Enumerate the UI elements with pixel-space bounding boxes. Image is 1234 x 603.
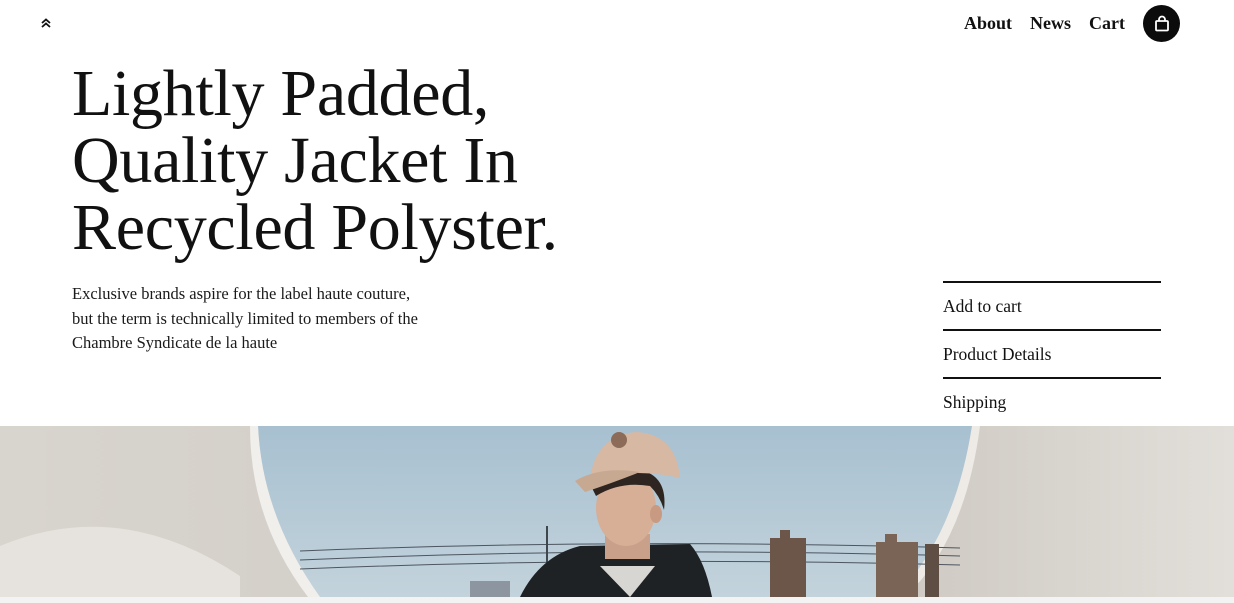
main-nav: About News Cart [964,4,1180,42]
hero-image [0,426,1234,597]
product-accordion: Add to cart Product Details Shipping [943,281,1161,425]
product-description: Exclusive brands aspire for the label ha… [72,284,418,352]
title-line-1: Lightly Padded, [72,57,490,130]
cart-button[interactable] [1143,4,1180,42]
model-photo [0,426,1234,597]
scroll-top-icon[interactable] [37,14,55,32]
nav-link-about[interactable]: About [964,13,1012,34]
nav-link-cart[interactable]: Cart [1089,13,1125,34]
nav-link-news[interactable]: News [1030,13,1071,34]
page-bottom-strip [0,597,1234,603]
product-page: About News Cart Lightly Padded, Quality … [0,0,1234,603]
page-title: Lightly Padded, Quality Jacket In Recycl… [72,60,672,261]
shopping-bag-icon [1154,15,1169,31]
chevrons-up-icon [41,18,51,28]
accordion-add-to-cart[interactable]: Add to cart [943,281,1161,329]
title-line-2: Quality Jacket In [72,124,518,197]
title-line-3: Recycled Polyster. [72,191,558,264]
accordion-product-details[interactable]: Product Details [943,329,1161,377]
accordion-shipping[interactable]: Shipping [943,377,1161,425]
